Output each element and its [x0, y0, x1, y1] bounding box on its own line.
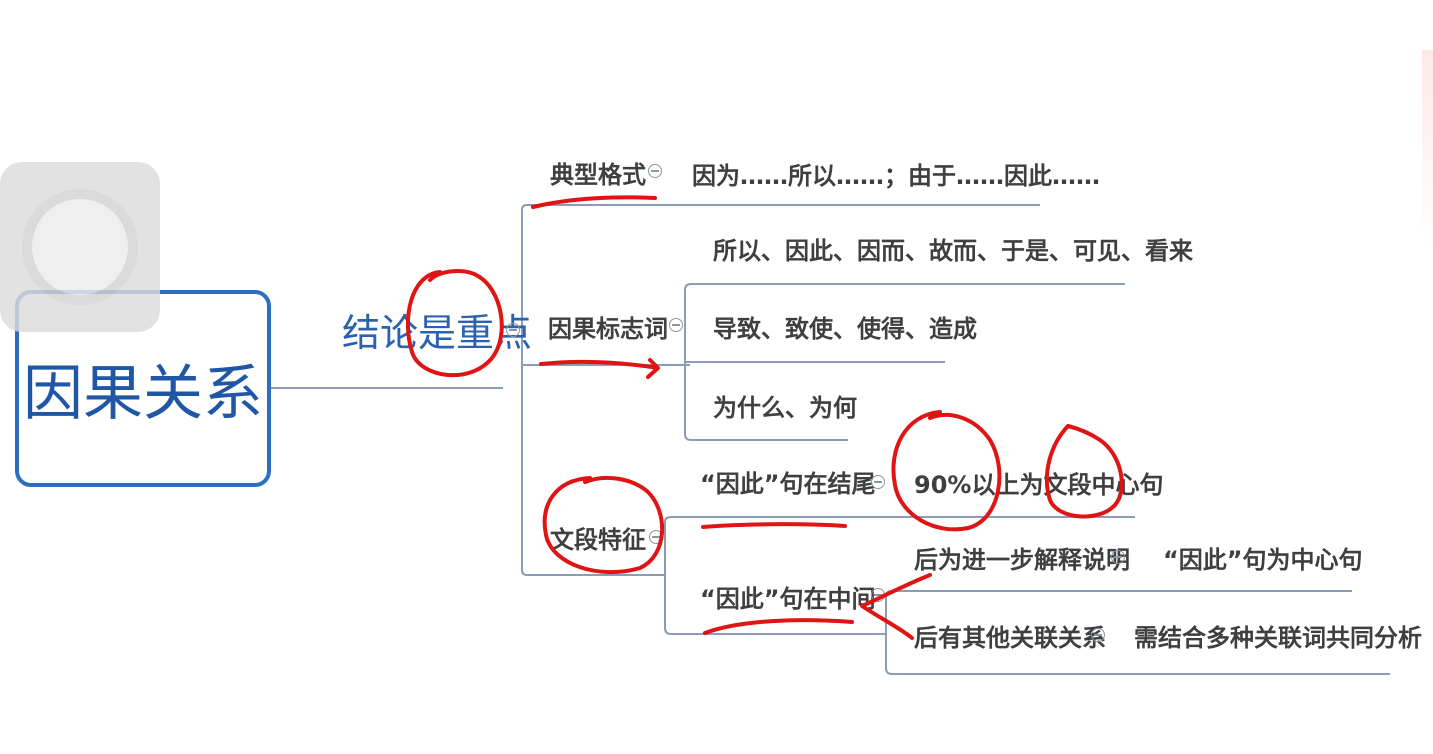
annotation-arrow	[860, 573, 932, 640]
annotation-underline	[703, 618, 854, 635]
mind-map-canvas: 因果关系 结论是重点 典型格式 因为……所以……；由于……因此…… 因果标志词 …	[0, 0, 1433, 754]
annotation-circle	[405, 269, 504, 378]
annotation-underline	[701, 522, 847, 529]
annotation-circle	[542, 475, 665, 575]
annotation-underline	[531, 195, 657, 209]
annotation-layer	[405, 195, 1124, 640]
floating-button-icon[interactable]	[0, 162, 160, 332]
annotation-underline-arrow	[539, 358, 660, 379]
floating-button-ring	[22, 189, 138, 305]
annotation-circle	[891, 410, 1002, 532]
annotation-circle	[1044, 424, 1124, 519]
edge-strip	[1422, 50, 1433, 250]
